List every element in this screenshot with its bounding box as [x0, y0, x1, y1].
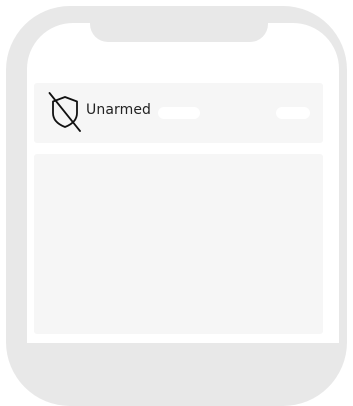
placeholder-pill	[276, 107, 310, 119]
status-label: Unarmed	[86, 102, 152, 118]
placeholder-pill	[158, 107, 200, 119]
phone-notch	[90, 6, 268, 42]
shield-off-icon	[48, 92, 81, 132]
security-status-bar[interactable]: Unarmed	[34, 83, 323, 143]
content-card	[34, 154, 323, 334]
